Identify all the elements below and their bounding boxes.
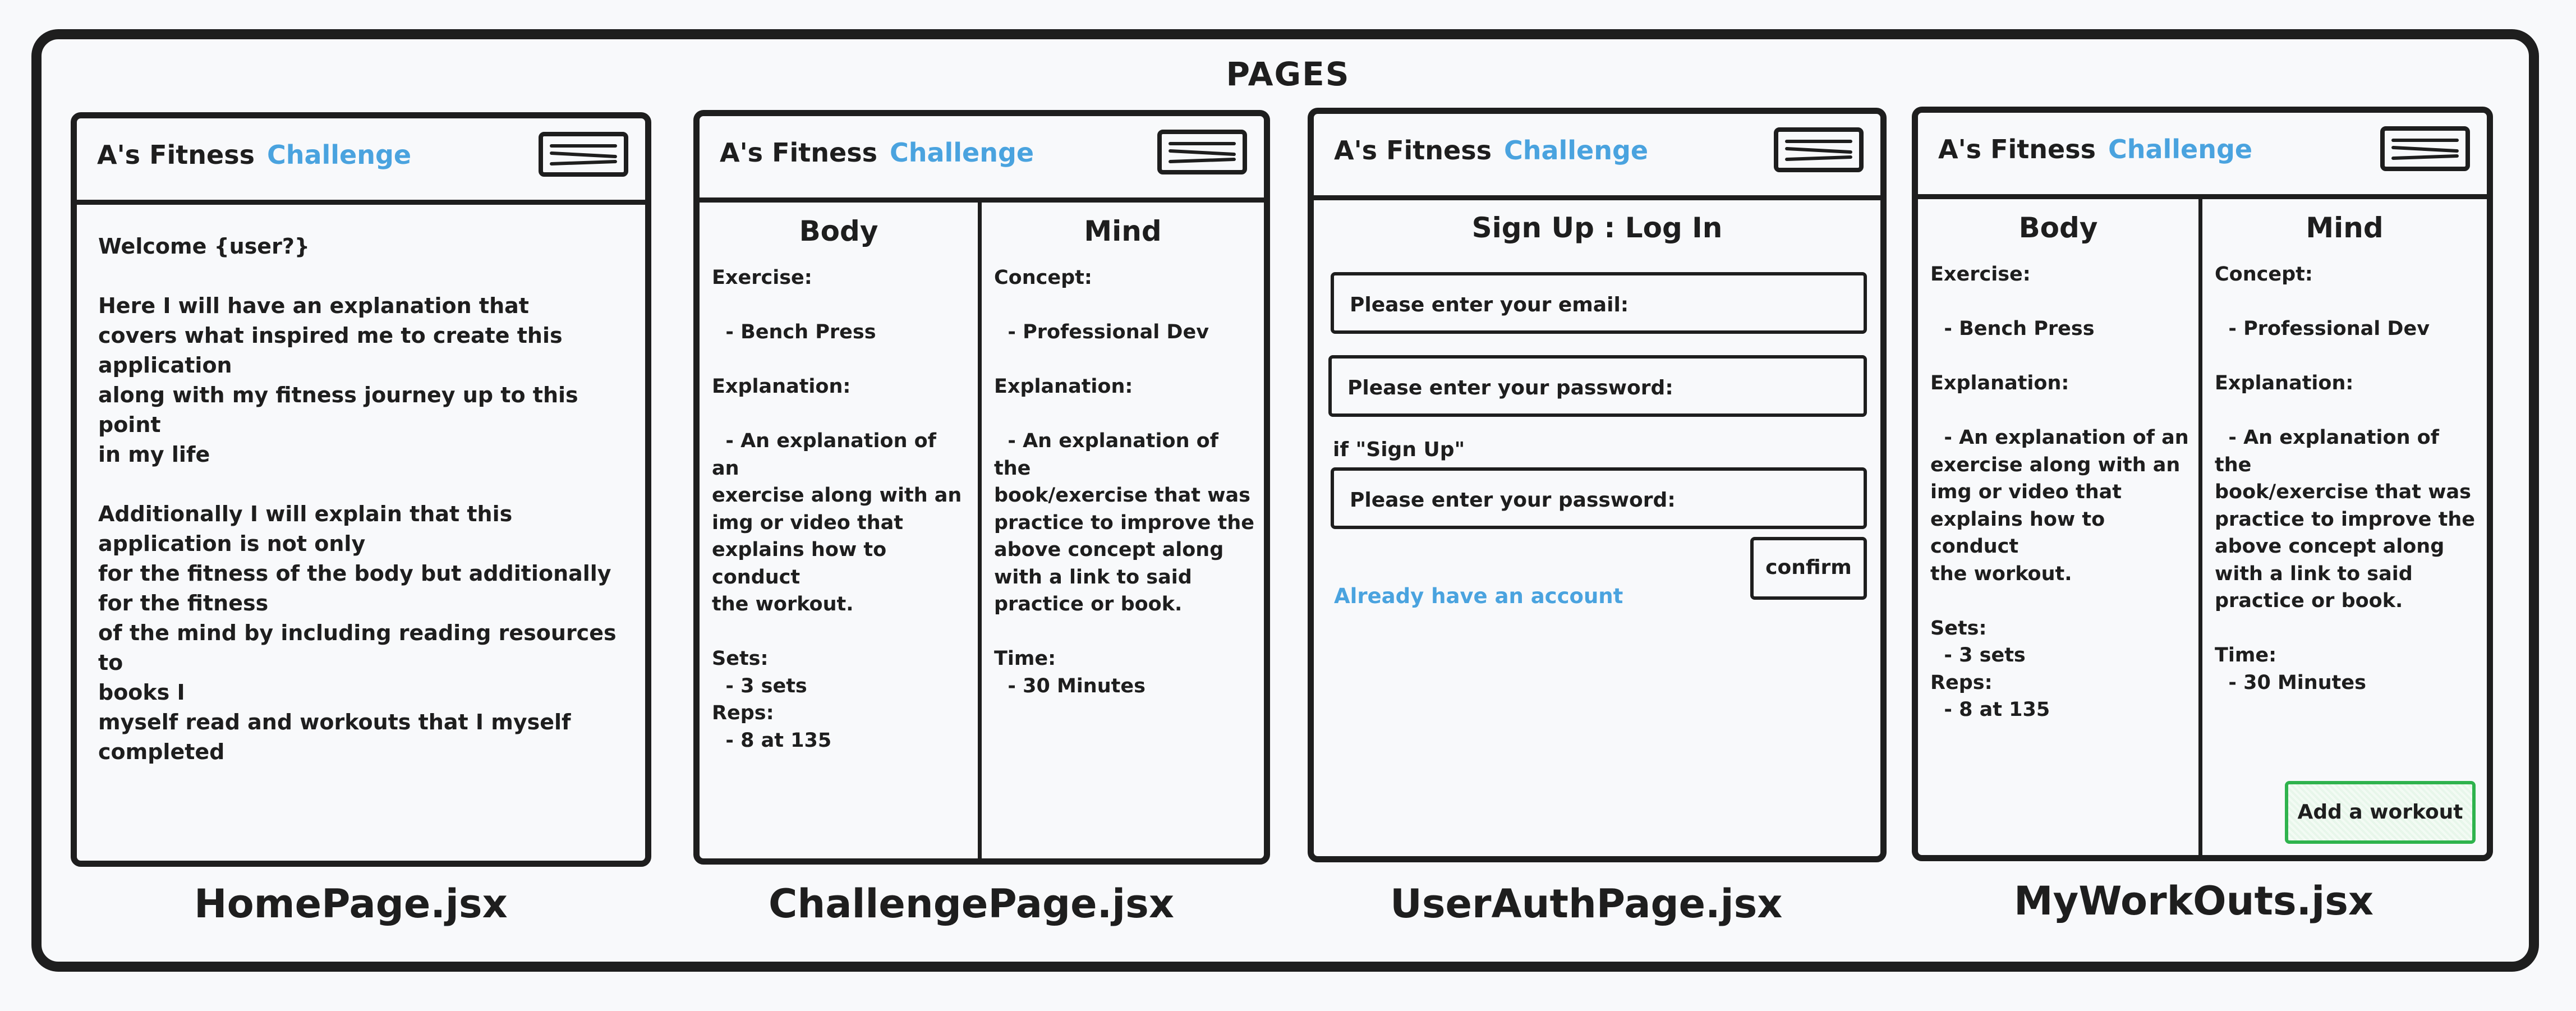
confirm-button[interactable]: confirm bbox=[1750, 537, 1867, 600]
challengepage-caption: ChallengePage.jsx bbox=[769, 881, 1174, 927]
page-header: A's Fitness Challenge bbox=[1314, 114, 1880, 200]
signup-condition-label: if "Sign Up" bbox=[1333, 438, 1465, 461]
mind-column: Mind Concept: - Professional Dev Explana… bbox=[2202, 199, 2487, 855]
page-header: A's Fitness Challenge bbox=[77, 118, 645, 205]
mind-title: Mind bbox=[2306, 212, 2384, 244]
hamburger-menu-icon[interactable] bbox=[539, 132, 628, 177]
body-details: Exercise: - Bench Press Explanation: - A… bbox=[712, 266, 962, 752]
app-logo[interactable]: A's Fitness Challenge bbox=[1334, 135, 1648, 166]
app-logo[interactable]: A's Fitness Challenge bbox=[97, 140, 411, 170]
hamburger-menu-icon[interactable] bbox=[2380, 126, 2470, 171]
confirm-password-field[interactable]: Please enter your password: bbox=[1331, 467, 1867, 529]
mind-details: Concept: - Professional Dev Explanation:… bbox=[994, 266, 1254, 697]
userauthpage-mockup: A's Fitness Challenge Sign Up : Log In Pl… bbox=[1308, 108, 1887, 862]
app-logo[interactable]: A's Fitness Challenge bbox=[720, 137, 1034, 168]
page-header: A's Fitness Challenge bbox=[700, 116, 1264, 203]
body-title: Body bbox=[799, 215, 878, 247]
mind-title: Mind bbox=[1084, 215, 1162, 247]
homepage-mockup: A's Fitness Challenge Welcome {user?} Her… bbox=[71, 112, 651, 867]
hamburger-menu-icon[interactable] bbox=[1774, 127, 1864, 172]
app-logo[interactable]: A's Fitness Challenge bbox=[1938, 134, 2252, 164]
home-intro-text: Welcome {user?} Here I will have an expl… bbox=[98, 234, 617, 764]
userauthpage-caption: UserAuthPage.jsx bbox=[1390, 881, 1783, 927]
diagram-title: PAGES bbox=[1226, 55, 1350, 93]
page-header: A's Fitness Challenge bbox=[1918, 113, 2487, 199]
body-details: Exercise: - Bench Press Explanation: - A… bbox=[1930, 263, 2189, 721]
myworkouts-caption: MyWorkOuts.jsx bbox=[2014, 878, 2374, 924]
body-column: Body Exercise: - Bench Press Explanation… bbox=[700, 203, 982, 858]
email-field[interactable]: Please enter your email: bbox=[1331, 272, 1867, 334]
mind-column: Mind Concept: - Professional Dev Explana… bbox=[982, 203, 1264, 858]
auth-title: Sign Up : Log In bbox=[1471, 212, 1723, 244]
existing-account-link[interactable]: Already have an account bbox=[1334, 584, 1623, 608]
challengepage-mockup: A's Fitness Challenge Body Exercise: - Be… bbox=[693, 110, 1270, 865]
add-workout-button[interactable]: Add a workout bbox=[2285, 781, 2476, 844]
hamburger-menu-icon[interactable] bbox=[1157, 130, 1247, 174]
body-column: Body Exercise: - Bench Press Explanation… bbox=[1918, 199, 2202, 855]
homepage-caption: HomePage.jsx bbox=[194, 881, 508, 927]
mind-details: Concept: - Professional Dev Explanation:… bbox=[2215, 263, 2475, 694]
body-title: Body bbox=[2018, 212, 2098, 244]
myworkouts-mockup: A's Fitness Challenge Body Exercise: - Be… bbox=[1912, 107, 2493, 861]
password-field[interactable]: Please enter your password: bbox=[1328, 355, 1867, 417]
